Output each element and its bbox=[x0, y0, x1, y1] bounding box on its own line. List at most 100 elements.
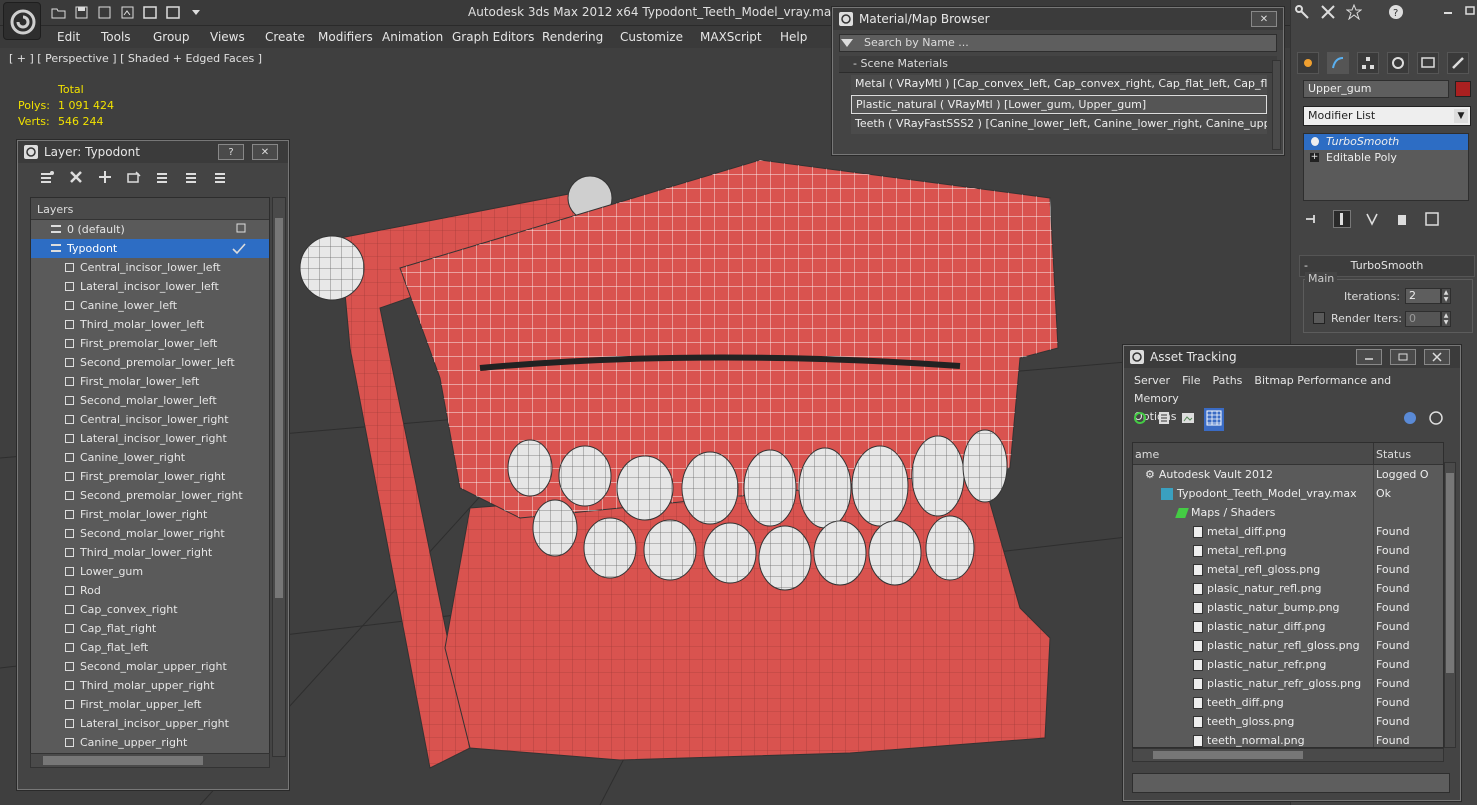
current-layer-check-icon[interactable] bbox=[232, 243, 246, 258]
menu-group[interactable]: Group bbox=[153, 30, 190, 44]
freeze-all-layers-icon[interactable] bbox=[212, 168, 230, 186]
utilities-tab-icon[interactable] bbox=[1447, 52, 1469, 74]
undo-icon[interactable] bbox=[96, 4, 113, 21]
scrollbar-thumb[interactable] bbox=[275, 218, 283, 598]
help-button[interactable]: ? bbox=[218, 144, 244, 160]
layer-object-row[interactable]: First_premolar_lower_left bbox=[31, 334, 269, 353]
scrollbar-thumb[interactable] bbox=[1153, 751, 1303, 759]
menu-file[interactable]: File bbox=[1182, 374, 1200, 387]
render-iters-spinner-field[interactable]: 0 bbox=[1405, 311, 1441, 327]
column-name[interactable]: ame bbox=[1135, 448, 1159, 461]
help-icon[interactable] bbox=[1402, 410, 1418, 429]
menu-tools[interactable]: Tools bbox=[101, 30, 131, 44]
material-teeth[interactable]: Teeth ( VRayFastSSS2 ) [Canine_lower_lef… bbox=[851, 115, 1267, 134]
menu-create[interactable]: Create bbox=[265, 30, 305, 44]
layer-list-horizontal-scrollbar[interactable] bbox=[30, 753, 270, 768]
layer-object-row[interactable]: Second_premolar_lower_right bbox=[31, 486, 269, 505]
table-view-icon[interactable] bbox=[1204, 407, 1224, 431]
asset-table-horizontal-scrollbar[interactable] bbox=[1132, 748, 1444, 762]
display-tab-icon[interactable] bbox=[1417, 52, 1439, 74]
object-name-field[interactable]: Upper_gum bbox=[1303, 80, 1449, 98]
layer-object-row[interactable]: Canine_lower_left bbox=[31, 296, 269, 315]
menu-views[interactable]: Views bbox=[210, 30, 245, 44]
close-button[interactable]: ✕ bbox=[252, 144, 278, 160]
refresh-icon[interactable] bbox=[1132, 410, 1148, 429]
material-browser-titlebar[interactable]: Material/Map Browser ✕ bbox=[833, 8, 1283, 30]
menu-graph-editors[interactable]: Graph Editors bbox=[452, 30, 534, 44]
whats-this-icon[interactable] bbox=[1428, 410, 1444, 429]
menu-rendering[interactable]: Rendering bbox=[542, 30, 603, 44]
menu-bitmap-performance[interactable]: Bitmap Performance and Memory bbox=[1134, 374, 1391, 405]
project-folder-icon[interactable] bbox=[165, 4, 182, 21]
minimize-button[interactable] bbox=[1356, 349, 1382, 365]
material-list-scrollbar[interactable] bbox=[1272, 60, 1281, 150]
asset-row[interactable]: plastic_natur_refr.png Found bbox=[1133, 655, 1443, 674]
layer-object-row[interactable]: First_premolar_lower_right bbox=[31, 467, 269, 486]
column-status[interactable]: Status bbox=[1376, 448, 1411, 461]
layer-object-row[interactable]: Second_molar_upper_right bbox=[31, 657, 269, 676]
scene-materials-group[interactable]: - Scene Materials bbox=[839, 56, 1277, 73]
layer-object-row[interactable]: First_molar_lower_left bbox=[31, 372, 269, 391]
layer-object-row[interactable]: Cap_convex_right bbox=[31, 600, 269, 619]
tools-icon[interactable] bbox=[1294, 4, 1310, 23]
object-color-swatch[interactable] bbox=[1455, 81, 1471, 97]
configure-modifier-sets-icon[interactable] bbox=[1423, 210, 1441, 228]
layer-object-row[interactable]: Central_incisor_lower_right bbox=[31, 410, 269, 429]
list-view-icon[interactable] bbox=[1156, 410, 1172, 429]
make-unique-icon[interactable] bbox=[1363, 210, 1381, 228]
layer-object-row[interactable]: Cap_flat_right bbox=[31, 619, 269, 638]
save-file-icon[interactable] bbox=[73, 4, 90, 21]
maximize-button[interactable] bbox=[1390, 349, 1416, 365]
window-minimize-icon[interactable] bbox=[1442, 4, 1454, 23]
asset-row[interactable]: plastic_natur_refl_gloss.png Found bbox=[1133, 636, 1443, 655]
layer-object-row[interactable]: Cap_flat_left bbox=[31, 638, 269, 657]
pin-stack-icon[interactable] bbox=[1303, 210, 1321, 228]
layer-object-row[interactable]: Third_molar_lower_left bbox=[31, 315, 269, 334]
layer-object-row[interactable]: Second_premolar_lower_left bbox=[31, 353, 269, 372]
hold-icon[interactable] bbox=[142, 4, 159, 21]
scrollbar-thumb[interactable] bbox=[1446, 473, 1454, 673]
menu-modifiers[interactable]: Modifiers bbox=[318, 30, 373, 44]
collapse-icon[interactable]: - bbox=[853, 57, 857, 70]
menu-maxscript[interactable]: MAXScript bbox=[700, 30, 762, 44]
layer-object-row[interactable]: First_molar_upper_left bbox=[31, 695, 269, 714]
layer-object-row[interactable]: Third_molar_lower_right bbox=[31, 543, 269, 562]
menu-server[interactable]: Server bbox=[1134, 374, 1170, 387]
show-end-result-icon[interactable] bbox=[1333, 210, 1351, 228]
asset-row[interactable]: Maps / Shaders bbox=[1133, 503, 1443, 522]
scrollbar-thumb[interactable] bbox=[43, 756, 203, 765]
modify-tab-icon[interactable] bbox=[1327, 52, 1349, 74]
open-file-icon[interactable] bbox=[50, 4, 67, 21]
highlight-selected-icon[interactable] bbox=[154, 168, 172, 186]
thumbnail-view-icon[interactable] bbox=[1180, 410, 1196, 429]
menu-customize[interactable]: Customize bbox=[620, 30, 683, 44]
asset-row[interactable]: plastic_natur_diff.png Found bbox=[1133, 617, 1443, 636]
asset-row[interactable]: plastic_natur_refr_gloss.png Found bbox=[1133, 674, 1443, 693]
add-to-layer-icon[interactable] bbox=[96, 168, 114, 186]
iterations-spinner-arrows[interactable]: ▲ ▼ bbox=[1441, 288, 1451, 304]
layer-object-row[interactable]: Third_molar_upper_right bbox=[31, 676, 269, 695]
layer-object-row[interactable]: Lateral_incisor_lower_right bbox=[31, 429, 269, 448]
expand-icon[interactable]: + bbox=[1310, 153, 1319, 162]
render-iters-checkbox[interactable] bbox=[1313, 312, 1325, 324]
asset-row[interactable]: metal_diff.png Found bbox=[1133, 522, 1443, 541]
browser-options-dropdown-icon[interactable] bbox=[841, 37, 853, 50]
help-icon[interactable]: ? bbox=[1388, 4, 1404, 23]
material-plastic-natural[interactable]: Plastic_natural ( VRayMtl ) [Lower_gum, … bbox=[851, 95, 1267, 114]
select-objects-icon[interactable] bbox=[125, 168, 143, 186]
layer-object-row[interactable]: Lateral_incisor_lower_left bbox=[31, 277, 269, 296]
layer-window-titlebar[interactable]: Layer: Typodont ? ✕ bbox=[18, 141, 288, 163]
layer-object-row[interactable]: Lower_gum bbox=[31, 562, 269, 581]
remove-modifier-icon[interactable] bbox=[1393, 210, 1411, 228]
menu-help[interactable]: Help bbox=[780, 30, 807, 44]
application-button[interactable] bbox=[3, 2, 41, 40]
asset-status-field[interactable] bbox=[1132, 773, 1450, 793]
layer-object-row[interactable]: Second_molar_lower_right bbox=[31, 524, 269, 543]
layer-row-default[interactable]: 0 (default) bbox=[31, 220, 269, 239]
layer-object-row[interactable]: Canine_lower_right bbox=[31, 448, 269, 467]
x-tools-icon[interactable] bbox=[1320, 4, 1336, 23]
stack-item-editable-poly[interactable]: + Editable Poly bbox=[1304, 150, 1468, 166]
layer-list-scrollbar[interactable] bbox=[272, 197, 286, 757]
hide-all-layers-icon[interactable] bbox=[183, 168, 201, 186]
redo-icon[interactable] bbox=[119, 4, 136, 21]
